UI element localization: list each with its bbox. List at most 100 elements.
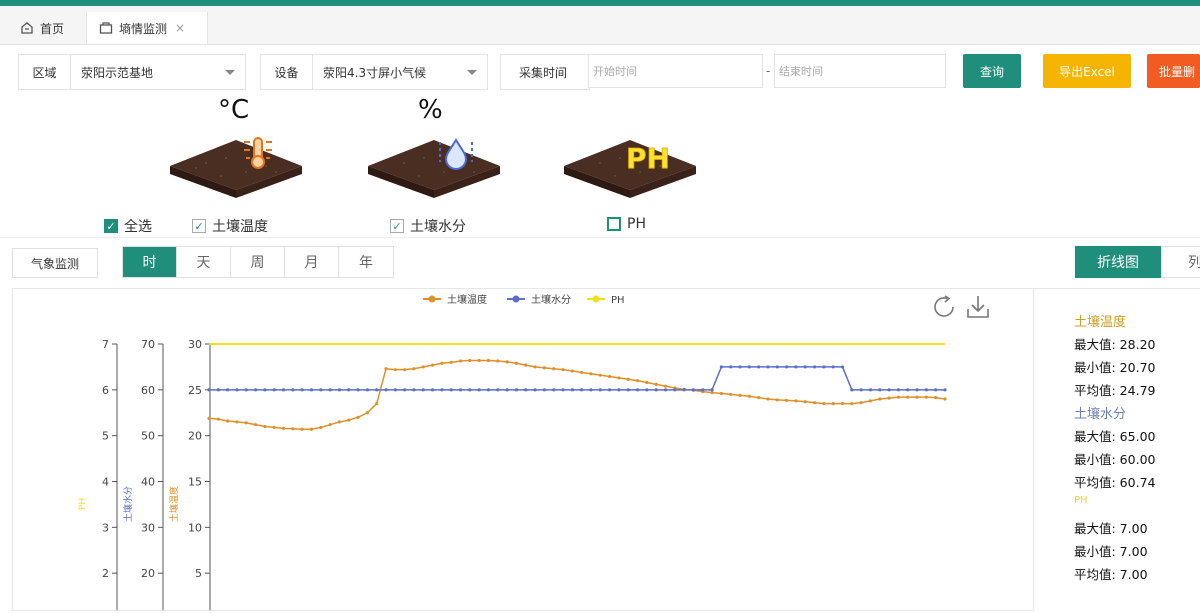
series-point-1-51	[682, 388, 686, 392]
soil-moisture-label: 土壤水分	[410, 219, 466, 235]
series-point-0-32	[505, 360, 509, 364]
select-all-label: 全选	[124, 219, 152, 235]
stat-row-1-1: 最小值: 60.00	[1074, 452, 1156, 467]
series-point-1-7	[272, 388, 276, 392]
y-tick-label-0-3: 4	[102, 476, 109, 489]
series-point-0-19	[384, 367, 388, 371]
series-point-0-26	[449, 360, 453, 364]
series-point-0-18	[375, 401, 379, 406]
series-point-1-66	[822, 365, 826, 369]
soil-temp-checkbox[interactable]: ✓ 土壤温度	[192, 216, 268, 236]
soil-moisture-checkbox[interactable]: ✓ 土壤水分	[390, 216, 466, 236]
series-point-0-79	[943, 397, 947, 401]
stat-row-0-2: 平均值: 24.79	[1074, 383, 1156, 398]
series-point-0-5	[253, 423, 258, 427]
series-point-0-60	[766, 397, 770, 401]
chevron-down-icon	[467, 69, 477, 75]
series-point-0-66	[822, 401, 826, 406]
series-point-1-17	[365, 388, 369, 392]
start-time-input[interactable]: 开始时间	[588, 54, 763, 88]
line-chart-tab[interactable]: 折线图	[1075, 246, 1161, 278]
device-select[interactable]: 设备 荥阳4.3寸屏小气候	[260, 54, 488, 90]
refresh-icon[interactable]	[934, 295, 954, 317]
series-point-0-12	[319, 425, 323, 430]
series-point-1-24	[430, 388, 435, 392]
export-excel-button[interactable]: 导出Excel	[1043, 54, 1131, 88]
series-point-0-42	[598, 373, 602, 377]
monitor-icon	[99, 22, 113, 34]
series-point-1-62	[785, 365, 789, 369]
series-point-0-30	[486, 358, 491, 363]
period-week[interactable]: 周	[231, 247, 285, 277]
series-point-1-48	[654, 388, 658, 392]
series-point-1-4	[244, 388, 248, 392]
series-point-1-68	[840, 365, 845, 369]
legend-dot-1	[512, 295, 520, 303]
batch-delete-button[interactable]: 批量删	[1147, 54, 1200, 88]
time-separator: -	[766, 64, 771, 78]
series-point-0-1	[216, 417, 220, 421]
series-point-1-44	[617, 388, 621, 392]
series-point-0-4	[244, 421, 248, 425]
tab-bar: 首页 墒情监测 ×	[0, 6, 1200, 45]
series-point-1-0	[207, 388, 211, 392]
series-point-1-2	[226, 388, 230, 392]
tab-soil-monitor[interactable]: 墒情监测 ×	[86, 12, 208, 44]
period-hour[interactable]: 时	[123, 247, 177, 277]
series-point-0-47	[645, 380, 649, 385]
series-point-0-7	[272, 425, 276, 430]
unchecked-box-icon	[607, 217, 621, 231]
series-point-0-68	[840, 401, 845, 406]
series-point-0-48	[654, 382, 658, 386]
series-point-0-45	[626, 377, 630, 381]
series-point-1-35	[533, 388, 537, 392]
series-point-1-9	[291, 388, 295, 392]
series-point-1-39	[570, 388, 574, 392]
period-year[interactable]: 年	[339, 247, 393, 277]
series-point-1-18	[375, 388, 379, 392]
tab-home[interactable]: 首页	[8, 12, 76, 44]
series-point-1-61	[775, 365, 779, 369]
series-point-0-25	[440, 361, 444, 365]
series-point-1-23	[421, 388, 425, 392]
series-point-1-36	[542, 388, 546, 392]
series-point-1-11	[309, 388, 314, 392]
series-point-1-46	[635, 388, 640, 392]
select-all-checkbox[interactable]: ✓ 全选	[104, 216, 152, 236]
ph-checkbox[interactable]: PH	[607, 216, 646, 232]
check-icon: ✓	[192, 219, 206, 233]
series-point-1-67	[831, 365, 835, 369]
series-point-0-22	[412, 367, 416, 371]
series-point-0-8	[281, 426, 286, 430]
weather-monitor-button[interactable]: 气象监测	[12, 248, 98, 278]
series-point-0-3	[235, 420, 239, 424]
series-point-1-69	[850, 388, 854, 392]
y-axis-name-2: 土壤温度	[168, 486, 180, 522]
period-day[interactable]: 天	[177, 247, 231, 277]
series-point-0-27	[458, 359, 463, 363]
chart-mode-selector: 折线图 列	[1075, 246, 1200, 278]
y-tick-label-1-3: 40	[141, 476, 155, 489]
check-icon: ✓	[390, 219, 404, 233]
download-icon[interactable]	[967, 296, 989, 318]
series-point-0-2	[226, 419, 230, 423]
legend-label-2: PH	[611, 295, 625, 306]
series-point-1-5	[253, 388, 258, 392]
series-point-1-72	[878, 388, 882, 392]
end-time-input[interactable]: 结束时间	[774, 54, 946, 88]
series-point-0-62	[785, 398, 789, 402]
stat-title-0: 土壤温度	[1074, 315, 1127, 330]
y-tick-label-0-5: 2	[102, 567, 109, 580]
column-chart-tab[interactable]: 列	[1161, 246, 1200, 278]
query-button[interactable]: 查询	[963, 54, 1021, 88]
series-point-1-56	[729, 365, 733, 369]
stat-row-1-2: 平均值: 60.74	[1074, 475, 1156, 490]
region-select[interactable]: 区域 荥阳示范基地	[18, 54, 246, 90]
close-icon[interactable]: ×	[175, 21, 185, 35]
period-month[interactable]: 月	[285, 247, 339, 277]
legend-label-1: 土壤水分	[531, 293, 571, 306]
series-point-1-20	[393, 388, 397, 392]
stat-row-0-0: 最大值: 28.20	[1074, 337, 1156, 352]
stat-row-2-1: 最小值: 7.00	[1074, 544, 1148, 559]
series-point-1-22	[412, 388, 416, 392]
